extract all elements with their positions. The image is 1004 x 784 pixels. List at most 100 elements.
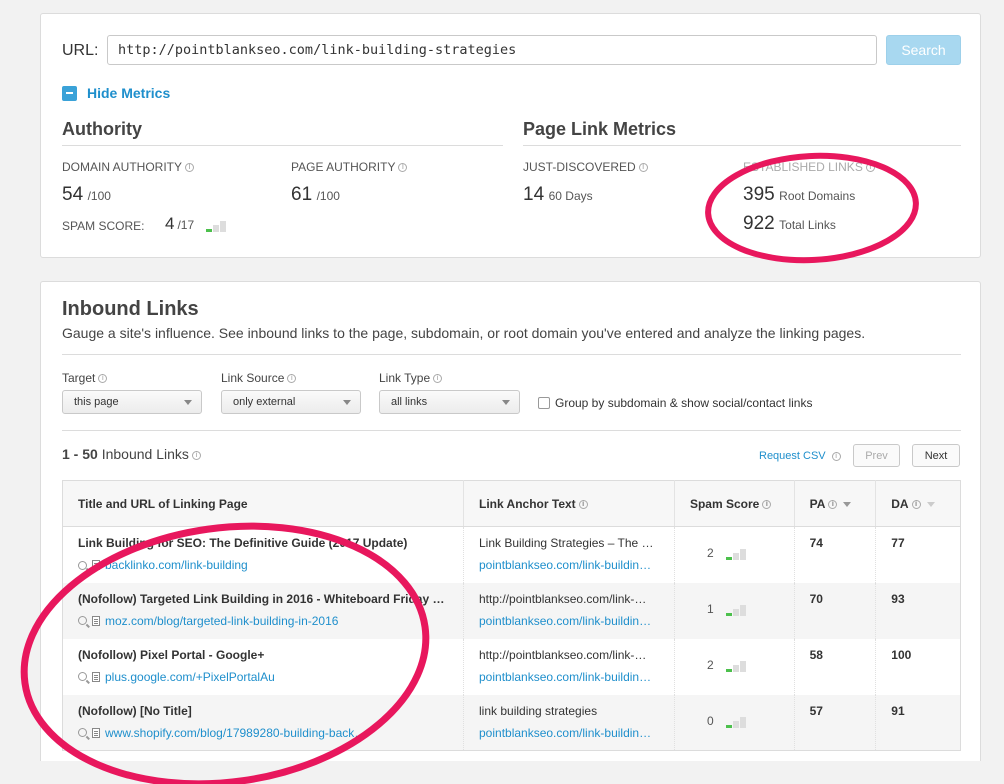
search-icon[interactable] xyxy=(78,728,87,737)
page-details-icon[interactable] xyxy=(92,727,100,738)
da-cell: 100 xyxy=(876,639,961,695)
search-icon[interactable] xyxy=(78,672,87,681)
pa-cell: 57 xyxy=(794,694,877,751)
info-icon[interactable]: i xyxy=(638,163,648,173)
anchor-target-url[interactable]: pointblankseo.com/link-buildin… xyxy=(479,614,659,628)
col-pa[interactable]: PA i xyxy=(794,480,877,527)
table-row: (Nofollow) Targeted Link Building in 201… xyxy=(62,582,961,639)
search-button[interactable]: Search xyxy=(886,35,961,65)
spam-score-value: 4 /17 xyxy=(165,214,227,234)
info-icon[interactable]: i xyxy=(831,451,841,461)
chevron-down-icon xyxy=(502,400,510,405)
search-icon[interactable] xyxy=(78,560,87,570)
page-details-icon[interactable] xyxy=(92,671,100,682)
filters-divider xyxy=(62,430,961,431)
inbound-links-panel: Inbound Links Gauge a site's influence. … xyxy=(40,281,981,761)
linking-page-url[interactable]: www.shopify.com/blog/17989280-building-b… xyxy=(105,726,366,740)
sort-down-icon[interactable] xyxy=(926,501,935,507)
hide-metrics-toggle[interactable]: Hide Metrics xyxy=(62,85,170,101)
info-icon[interactable]: i xyxy=(191,450,201,460)
info-icon[interactable]: i xyxy=(828,499,838,509)
title-url-cell: (Nofollow) [No Title] www.shopify.com/blo… xyxy=(62,694,464,751)
spam-score-cell: 1 xyxy=(674,582,795,639)
info-icon[interactable]: i xyxy=(185,163,195,173)
da-cell: 91 xyxy=(875,694,961,751)
spam-score-bars xyxy=(725,604,746,616)
page-authority-value: 61 /100 xyxy=(291,184,340,205)
pa-cell: 70 xyxy=(794,582,877,639)
anchor-text: http://pointblankseo.com/link-… xyxy=(479,591,647,606)
spam-score-number: 2 xyxy=(706,546,714,560)
pa-value: 58 xyxy=(809,647,823,662)
inbound-links-title: Inbound Links xyxy=(62,298,199,320)
title-url-cell: (Nofollow) Pixel Portal - Google+ plus.go… xyxy=(62,638,464,695)
anchor-text: http://pointblankseo.com/link-… xyxy=(479,647,647,662)
domain-authority-value: 54 /100 xyxy=(62,184,111,205)
inbound-count: 1 - 50 Inbound Links i xyxy=(62,446,201,462)
info-icon[interactable]: i xyxy=(398,163,408,173)
linking-page-url[interactable]: moz.com/blog/targeted-link-building-in-2… xyxy=(105,614,338,628)
linking-page-title: (Nofollow) Targeted Link Building in 201… xyxy=(78,591,448,606)
anchor-target-url[interactable]: pointblankseo.com/link-buildin… xyxy=(479,670,659,684)
spam-score-number: 0 xyxy=(706,713,714,728)
col-spam-score[interactable]: Spam Score i xyxy=(674,480,795,527)
anchor-target-url[interactable]: pointblankseo.com/link-buildin… xyxy=(479,726,659,740)
group-subdomain-checkbox[interactable] xyxy=(538,397,550,409)
target-select[interactable]: this page xyxy=(62,390,202,414)
inbound-divider xyxy=(62,354,961,355)
linking-page-url[interactable]: backlinko.com/link-building xyxy=(105,558,248,572)
pa-value: 74 xyxy=(809,536,823,550)
spam-score-bars xyxy=(206,221,227,232)
linking-page-url[interactable]: plus.google.com/+PixelPortalAu xyxy=(105,670,275,684)
spam-score-cell: 0 xyxy=(674,694,795,751)
established-links-label: ESTABLISHED LINKS i xyxy=(743,160,875,174)
link-source-label: Link Source i xyxy=(221,371,297,385)
sort-down-icon[interactable] xyxy=(843,501,852,507)
page-details-icon[interactable] xyxy=(92,615,100,626)
chevron-down-icon xyxy=(343,400,351,405)
linking-page-title: (Nofollow) [No Title] xyxy=(78,703,192,718)
anchor-cell: Link Building Strategies – The … pointbla… xyxy=(463,526,675,583)
metrics-panel: URL: Search Hide Metrics Authority DOMAI… xyxy=(40,13,981,258)
link-type-select[interactable]: all links xyxy=(379,390,520,414)
spam-score-bars xyxy=(725,549,746,560)
prev-button[interactable]: Prev xyxy=(853,444,900,467)
info-icon[interactable]: i xyxy=(287,374,297,384)
inbound-links-table: Title and URL of Linking Page Link Ancho… xyxy=(62,480,961,751)
table-row: (Nofollow) Pixel Portal - Google+ plus.go… xyxy=(62,638,961,695)
info-icon[interactable]: i xyxy=(865,163,875,173)
da-value: 100 xyxy=(891,647,912,662)
spam-score-number: 2 xyxy=(706,657,714,672)
anchor-cell: http://pointblankseo.com/link-… pointblan… xyxy=(463,582,675,639)
page-details-icon[interactable] xyxy=(92,560,100,570)
anchor-cell: http://pointblankseo.com/link-… pointblan… xyxy=(463,638,675,695)
hide-metrics-label: Hide Metrics xyxy=(87,85,171,101)
url-input[interactable] xyxy=(107,35,877,65)
link-type-label: Link Type i xyxy=(379,371,443,385)
group-subdomain-option[interactable]: Group by subdomain & show social/contact… xyxy=(538,396,812,410)
link-source-select[interactable]: only external xyxy=(221,390,361,414)
info-icon[interactable]: i xyxy=(98,374,108,384)
next-button[interactable]: Next xyxy=(912,444,960,467)
info-icon[interactable]: i xyxy=(433,374,443,384)
spam-score-number: 1 xyxy=(706,601,714,616)
info-icon[interactable]: i xyxy=(911,499,921,509)
target-label: Target i xyxy=(62,371,108,385)
title-url-cell: Link Building for SEO: The Definitive Gu… xyxy=(62,526,464,583)
pa-cell: 74 xyxy=(794,526,877,583)
table-row: (Nofollow) [No Title] www.shopify.com/blo… xyxy=(62,694,961,751)
page-link-metrics-divider xyxy=(523,145,961,146)
anchor-target-url[interactable]: pointblankseo.com/link-buildin… xyxy=(479,558,659,572)
search-icon[interactable] xyxy=(78,616,87,625)
collapse-icon xyxy=(62,85,77,101)
info-icon[interactable]: i xyxy=(762,499,772,509)
total-links-value: 922 Total Links xyxy=(743,213,836,234)
request-csv-link[interactable]: Request CSV i xyxy=(759,450,841,462)
authority-divider xyxy=(62,145,503,146)
table-row: Link Building for SEO: The Definitive Gu… xyxy=(62,526,961,583)
da-cell: 93 xyxy=(875,582,961,639)
spam-score-label: SPAM SCORE: xyxy=(62,219,145,233)
col-da[interactable]: DA i xyxy=(875,480,961,527)
info-icon[interactable]: i xyxy=(578,499,588,509)
col-anchor-text[interactable]: Link Anchor Text i xyxy=(463,480,675,527)
